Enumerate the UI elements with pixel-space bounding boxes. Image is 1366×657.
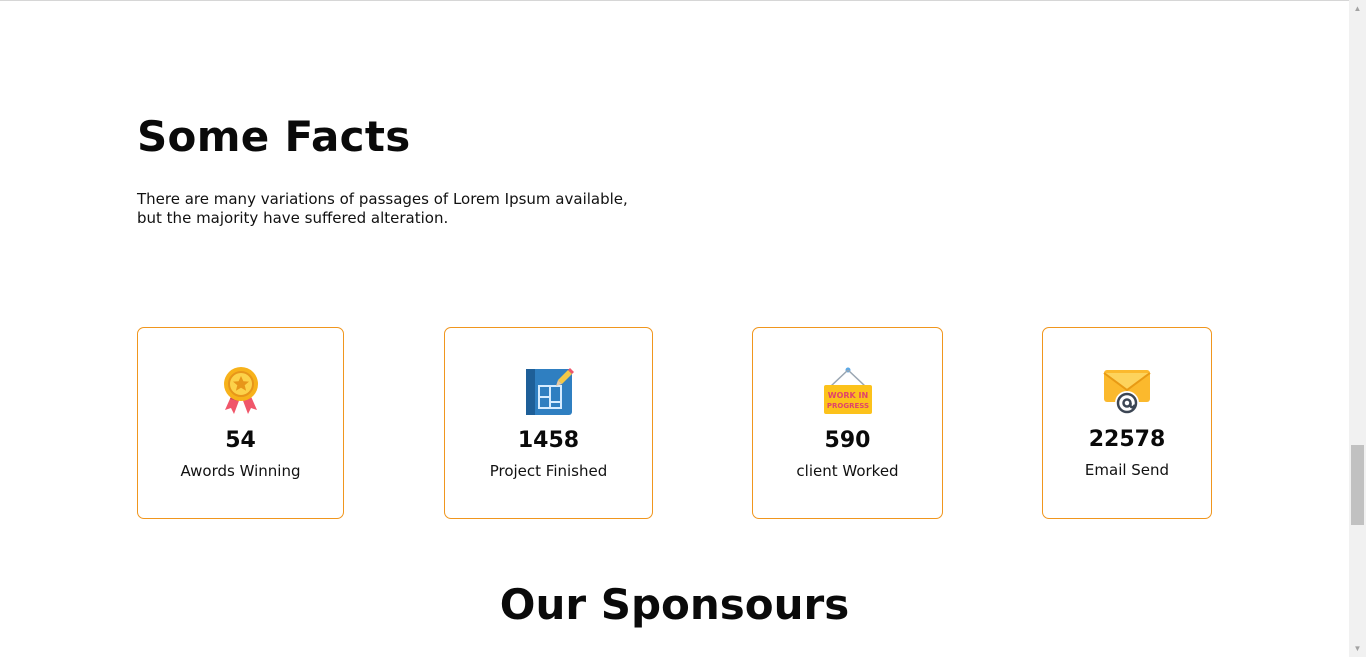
svg-text:WORK IN: WORK IN [827, 391, 867, 400]
email-envelope-icon [1103, 370, 1151, 415]
stat-label: client Worked [796, 462, 899, 480]
stat-card-emails: 22578 Email Send [1042, 327, 1212, 519]
stat-label: Project Finished [489, 462, 608, 480]
facts-description: There are many variations of passages of… [137, 190, 677, 228]
scroll-up-arrow-icon[interactable]: ▲ [1349, 0, 1366, 17]
stat-value: 1458 [517, 428, 580, 453]
award-medal-icon [223, 367, 258, 414]
stat-label: Awords Winning [180, 462, 301, 480]
stat-value: 590 [824, 428, 871, 453]
sponsors-title: Our Sponsours [499, 580, 850, 629]
scrollbar-thumb[interactable] [1351, 445, 1364, 525]
page-scrollbar[interactable]: ▲ ▼ [1349, 0, 1366, 657]
facts-title: Some Facts [137, 112, 411, 161]
stat-value: 22578 [1088, 427, 1166, 452]
facts-description-line-2: but the majority have suffered alteratio… [137, 209, 449, 227]
stat-label: Email Send [1084, 461, 1170, 479]
work-in-progress-sign-icon: WORK IN PROGRESS [823, 367, 872, 414]
top-border [0, 0, 1349, 1]
stat-card-projects: 1458 Project Finished [444, 327, 653, 519]
facts-description-line-1: There are many variations of passages of… [137, 190, 628, 208]
blueprint-icon [525, 368, 574, 415]
stat-value: 54 [225, 428, 256, 453]
stat-card-clients: WORK IN PROGRESS 590 client Worked [752, 327, 943, 519]
scroll-down-arrow-icon[interactable]: ▼ [1349, 640, 1366, 657]
stat-card-awards: 54 Awords Winning [137, 327, 344, 519]
svg-text:PROGRESS: PROGRESS [826, 402, 868, 410]
